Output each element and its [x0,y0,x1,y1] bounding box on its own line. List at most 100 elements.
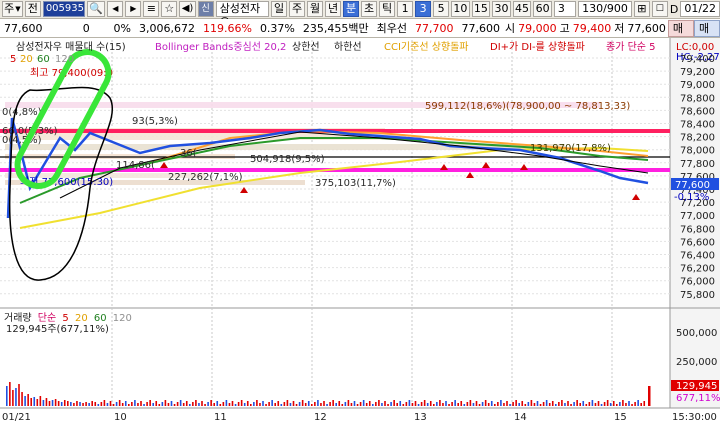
low-label: 저 [614,22,625,35]
minute-45[interactable]: 45 [512,1,532,17]
star-icon[interactable]: ☆ [161,1,178,17]
date-field[interactable]: 01/22 [680,1,720,17]
volume-bar [60,402,63,406]
vol-title-label: 거래량 [4,312,32,324]
ma-period-60: 60 [37,54,50,65]
prev-icon[interactable]: ◀ [107,1,124,17]
volume-bar [356,404,359,406]
chart-area[interactable]: 599,112(18,6%)(78,900,00 ~ 78,813,33) 13… [0,38,720,425]
volume-bar [448,404,450,406]
high-label: 고 [559,22,570,35]
interval-select[interactable]: 3 ▼ [553,1,577,28]
volume-bar [292,401,295,406]
volume-bar [365,403,368,406]
price-axis-label: 76,600 [680,237,715,248]
chart-svg[interactable]: 599,112(18,6%)(78,900,00 ~ 78,813,33) 13… [0,38,720,425]
d-label: D [669,2,679,16]
sell-button[interactable]: 매도 [693,19,720,50]
vol-current-pct: 677,11% [676,393,720,404]
volume-bar [466,402,469,406]
price-axis-label: 76,200 [680,264,715,275]
volume-bar [63,400,66,406]
volume-bar [606,400,609,406]
all-button[interactable]: 전 [24,1,41,17]
volume-bar [243,403,246,406]
volume-bar [484,400,487,406]
volume-bar [585,404,588,406]
volume-bar [558,402,560,406]
period-tick[interactable]: 틱 [379,1,396,17]
volume-bar [564,403,566,406]
minute-15[interactable]: 15 [471,1,491,17]
volume-bar [323,401,325,406]
volume-bar [18,384,20,406]
minute-10[interactable]: 10 [451,1,470,17]
minute-5[interactable]: 5 [433,1,450,17]
legend-lower: 하한선 [334,40,362,53]
price-axis: 79,400 79,200 79,000 78,800 78,600 78,400 78,2… [680,54,715,301]
count-field[interactable]: 130/900 [578,1,632,17]
volume-bar [497,402,499,406]
period-second[interactable]: 초 [361,1,378,17]
legend-cci: CCI기준선 상향돌파 [384,41,469,53]
volume-bar [518,403,520,406]
volume-bar [97,404,100,406]
speaker-icon[interactable]: ◀) [179,1,196,17]
market-select[interactable]: 주 ▼ [2,1,23,17]
volume-bar [76,401,78,406]
volume-bar [551,401,554,406]
volume-bar [405,402,408,406]
chevron-down-icon: ▼ [15,5,21,13]
volume-bar [189,404,191,406]
period-week[interactable]: 주 [289,1,306,17]
best-ask: 77,700 [415,21,454,35]
next-icon[interactable]: ▶ [125,1,142,17]
max-label: 최고 79,400(09:0 [30,67,113,79]
volume-bar [399,401,402,406]
time-label-14: 14 [514,412,527,423]
stock-code-input[interactable]: 005935 [42,1,85,17]
vp-label-6: 93(5,3%) [132,116,178,127]
sin-icon[interactable]: 신 [197,1,214,17]
price-axis-label: 76,400 [680,251,715,262]
volume-bar [286,400,289,406]
period-minute[interactable]: 분 [343,1,360,17]
zoom-icon[interactable]: ⊞ [633,1,650,17]
volume-bar [600,404,603,406]
volume-bar [182,403,185,406]
minute-60[interactable]: 60 [533,1,552,17]
best-bid: 77,600 [461,21,501,35]
volume-bar [573,402,575,406]
volume-bar [631,404,633,406]
period-day[interactable]: 일 [271,1,288,17]
buy-button[interactable]: 매수 [667,19,694,50]
volume-bar [533,403,536,406]
volume-bar [27,394,29,406]
volume-bar [329,402,331,406]
volume-bar [503,403,505,406]
vol-axis-250k: 250,000 [676,357,717,368]
time-label-13: 13 [414,412,427,423]
volume-bar [70,402,72,406]
volume-bar [231,401,234,406]
volume-bar [222,402,225,406]
volume-bar [616,404,618,406]
period-month[interactable]: 월 [307,1,324,17]
current-price: 77,600 [4,21,43,35]
volume-bar [301,400,304,406]
volume-bar [637,400,639,406]
check-icon[interactable]: ☐ [651,1,668,17]
volume-bar [375,402,377,406]
volume-bar [311,404,313,406]
search-icon[interactable]: 🔍 [87,1,106,17]
minute-30[interactable]: 30 [492,1,511,17]
vol-title-ma: 단순 [38,312,56,324]
period-year[interactable]: 년 [325,1,342,17]
legend-bb: Bollinger Bands중심선 20,2 [155,41,286,53]
volume-bar [530,400,533,406]
minute-3[interactable]: 3 [415,1,432,17]
volume-bar [118,400,121,406]
minute-1[interactable]: 1 [397,1,414,17]
list-icon[interactable]: ≡ [143,1,160,17]
volume-bar [12,390,14,406]
